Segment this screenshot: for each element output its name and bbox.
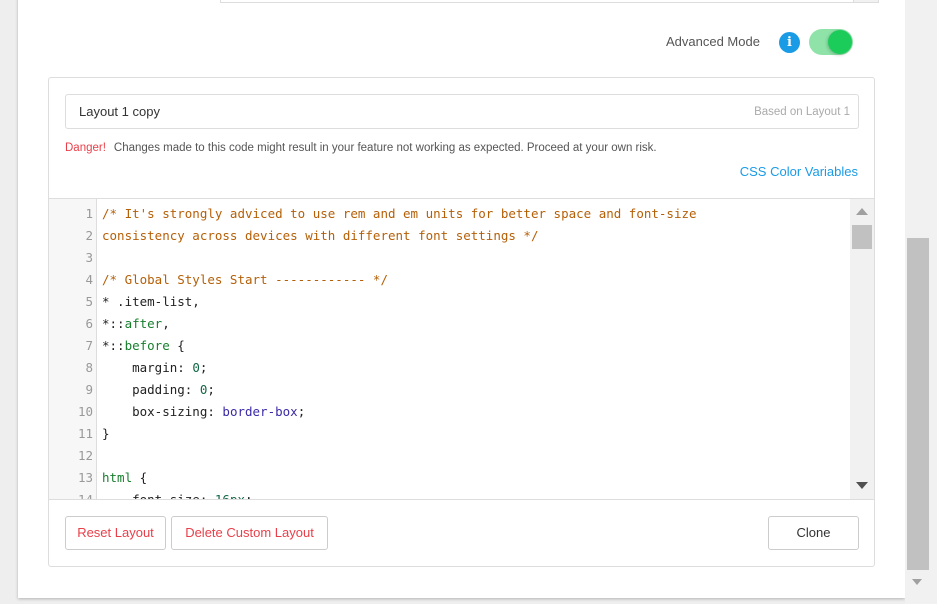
line-number: 1 — [85, 206, 93, 221]
info-icon[interactable]: i — [779, 32, 800, 53]
code-token: 0 — [192, 360, 200, 375]
advanced-mode-label: Advanced Mode — [666, 34, 760, 49]
code-editor[interactable]: 1 /* It's strongly adviced to use rem and… — [49, 198, 874, 500]
code-token: padding: — [102, 382, 200, 397]
line-number: 11 — [77, 426, 93, 441]
code-token: ; — [297, 404, 306, 419]
code-token: { — [169, 338, 185, 353]
danger-warning: Danger! Changes made to this code might r… — [65, 142, 657, 154]
clone-button[interactable]: Clone — [768, 516, 859, 550]
scroll-thumb[interactable] — [852, 225, 872, 249]
toggle-knob — [828, 30, 852, 54]
code-token: /* Global Styles Start ------------ */ — [102, 272, 388, 287]
code-line: 13 html { — [49, 467, 849, 489]
code-text: font-size: 16px; — [102, 489, 253, 500]
code-text: margin: 0; — [102, 357, 207, 379]
editor-scrollbar[interactable] — [850, 199, 874, 499]
code-line: 5 * .item-list, — [49, 291, 849, 313]
scroll-down-arrow-icon[interactable] — [856, 482, 868, 489]
code-token: /* It's strongly adviced to use rem and … — [102, 206, 697, 221]
scroll-up-arrow-icon[interactable] — [856, 208, 868, 215]
code-token: consistency across devices with differen… — [102, 228, 539, 243]
code-token: ; — [199, 360, 208, 375]
code-line: 9 padding: 0; — [49, 379, 849, 401]
code-token: margin: — [102, 360, 193, 375]
line-number: 8 — [85, 360, 93, 375]
code-token: html — [102, 470, 133, 485]
code-token: { — [132, 470, 148, 485]
code-text: *::before { — [102, 335, 185, 357]
advanced-mode-toggle[interactable] — [809, 29, 853, 55]
code-text: } — [102, 423, 110, 445]
code-text: /* It's strongly adviced to use rem and … — [102, 203, 697, 225]
code-token: * .item-list, — [102, 294, 200, 309]
code-line: 6 *::after, — [49, 313, 849, 335]
line-number: 5 — [85, 294, 93, 309]
code-token: *:: — [102, 316, 125, 331]
page-scroll-thumb[interactable] — [907, 238, 929, 570]
code-token: } — [102, 426, 110, 441]
line-number: 10 — [77, 404, 93, 419]
delete-custom-layout-button[interactable]: Delete Custom Layout — [171, 516, 328, 550]
code-line: 10 box-sizing: border-box; — [49, 401, 849, 423]
line-number: 6 — [85, 316, 93, 331]
code-token: before — [124, 338, 170, 353]
code-line: 2 consistency across devices with differe… — [49, 225, 849, 247]
code-line: 11} — [49, 423, 849, 445]
line-number: 13 — [77, 470, 93, 485]
code-text: * .item-list, — [102, 291, 200, 313]
code-text: consistency across devices with differen… — [102, 225, 539, 247]
code-line: 3 — [49, 247, 849, 269]
reset-layout-button[interactable]: Reset Layout — [65, 516, 166, 550]
line-number: 14 — [77, 492, 93, 500]
page-scroll-down-icon[interactable] — [912, 579, 922, 585]
code-token: border-box — [222, 404, 298, 419]
code-token: box-sizing: — [102, 404, 223, 419]
code-line: 4 /* Global Styles Start ------------ */ — [49, 269, 849, 291]
code-text: box-sizing: border-box; — [102, 401, 305, 423]
code-line: 14 font-size: 16px; — [49, 489, 849, 500]
layout-name-value: Layout 1 copy — [79, 104, 160, 119]
code-token: ; — [245, 492, 253, 500]
code-text: padding: 0; — [102, 379, 215, 401]
page-scrollbar[interactable] — [905, 0, 937, 604]
line-number: 4 — [85, 272, 93, 287]
line-number: 3 — [85, 250, 93, 265]
based-on-label: Based on Layout 1 — [754, 106, 850, 118]
danger-label: Danger! — [65, 142, 106, 154]
code-text: *::after, — [102, 313, 170, 335]
code-line: 7 *::before { — [49, 335, 849, 357]
layout-editor-card: Layout 1 copy Based on Layout 1 Danger! C… — [48, 77, 875, 567]
layout-name-input[interactable]: Layout 1 copy Based on Layout 1 — [65, 94, 859, 129]
line-number: 7 — [85, 338, 93, 353]
line-number: 2 — [85, 228, 93, 243]
code-token: *:: — [102, 338, 125, 353]
code-token: font-size: — [102, 492, 215, 500]
code-token: ; — [207, 382, 215, 397]
code-text: /* Global Styles Start ------------ */ — [102, 269, 388, 291]
code-line: 8 margin: 0; — [49, 357, 849, 379]
top-field[interactable] — [220, 0, 879, 3]
code-token: 16px — [214, 492, 245, 500]
code-token: after — [124, 316, 163, 331]
code-line: 1 /* It's strongly adviced to use rem and… — [49, 203, 849, 225]
line-number: 12 — [77, 448, 93, 463]
danger-text: Changes made to this code might result i… — [113, 142, 657, 154]
line-number: 9 — [85, 382, 93, 397]
css-color-variables-link[interactable]: CSS Color Variables — [740, 164, 858, 179]
code-text: html { — [102, 467, 147, 489]
code-token: , — [162, 316, 170, 331]
code-line: 12 — [49, 445, 849, 467]
